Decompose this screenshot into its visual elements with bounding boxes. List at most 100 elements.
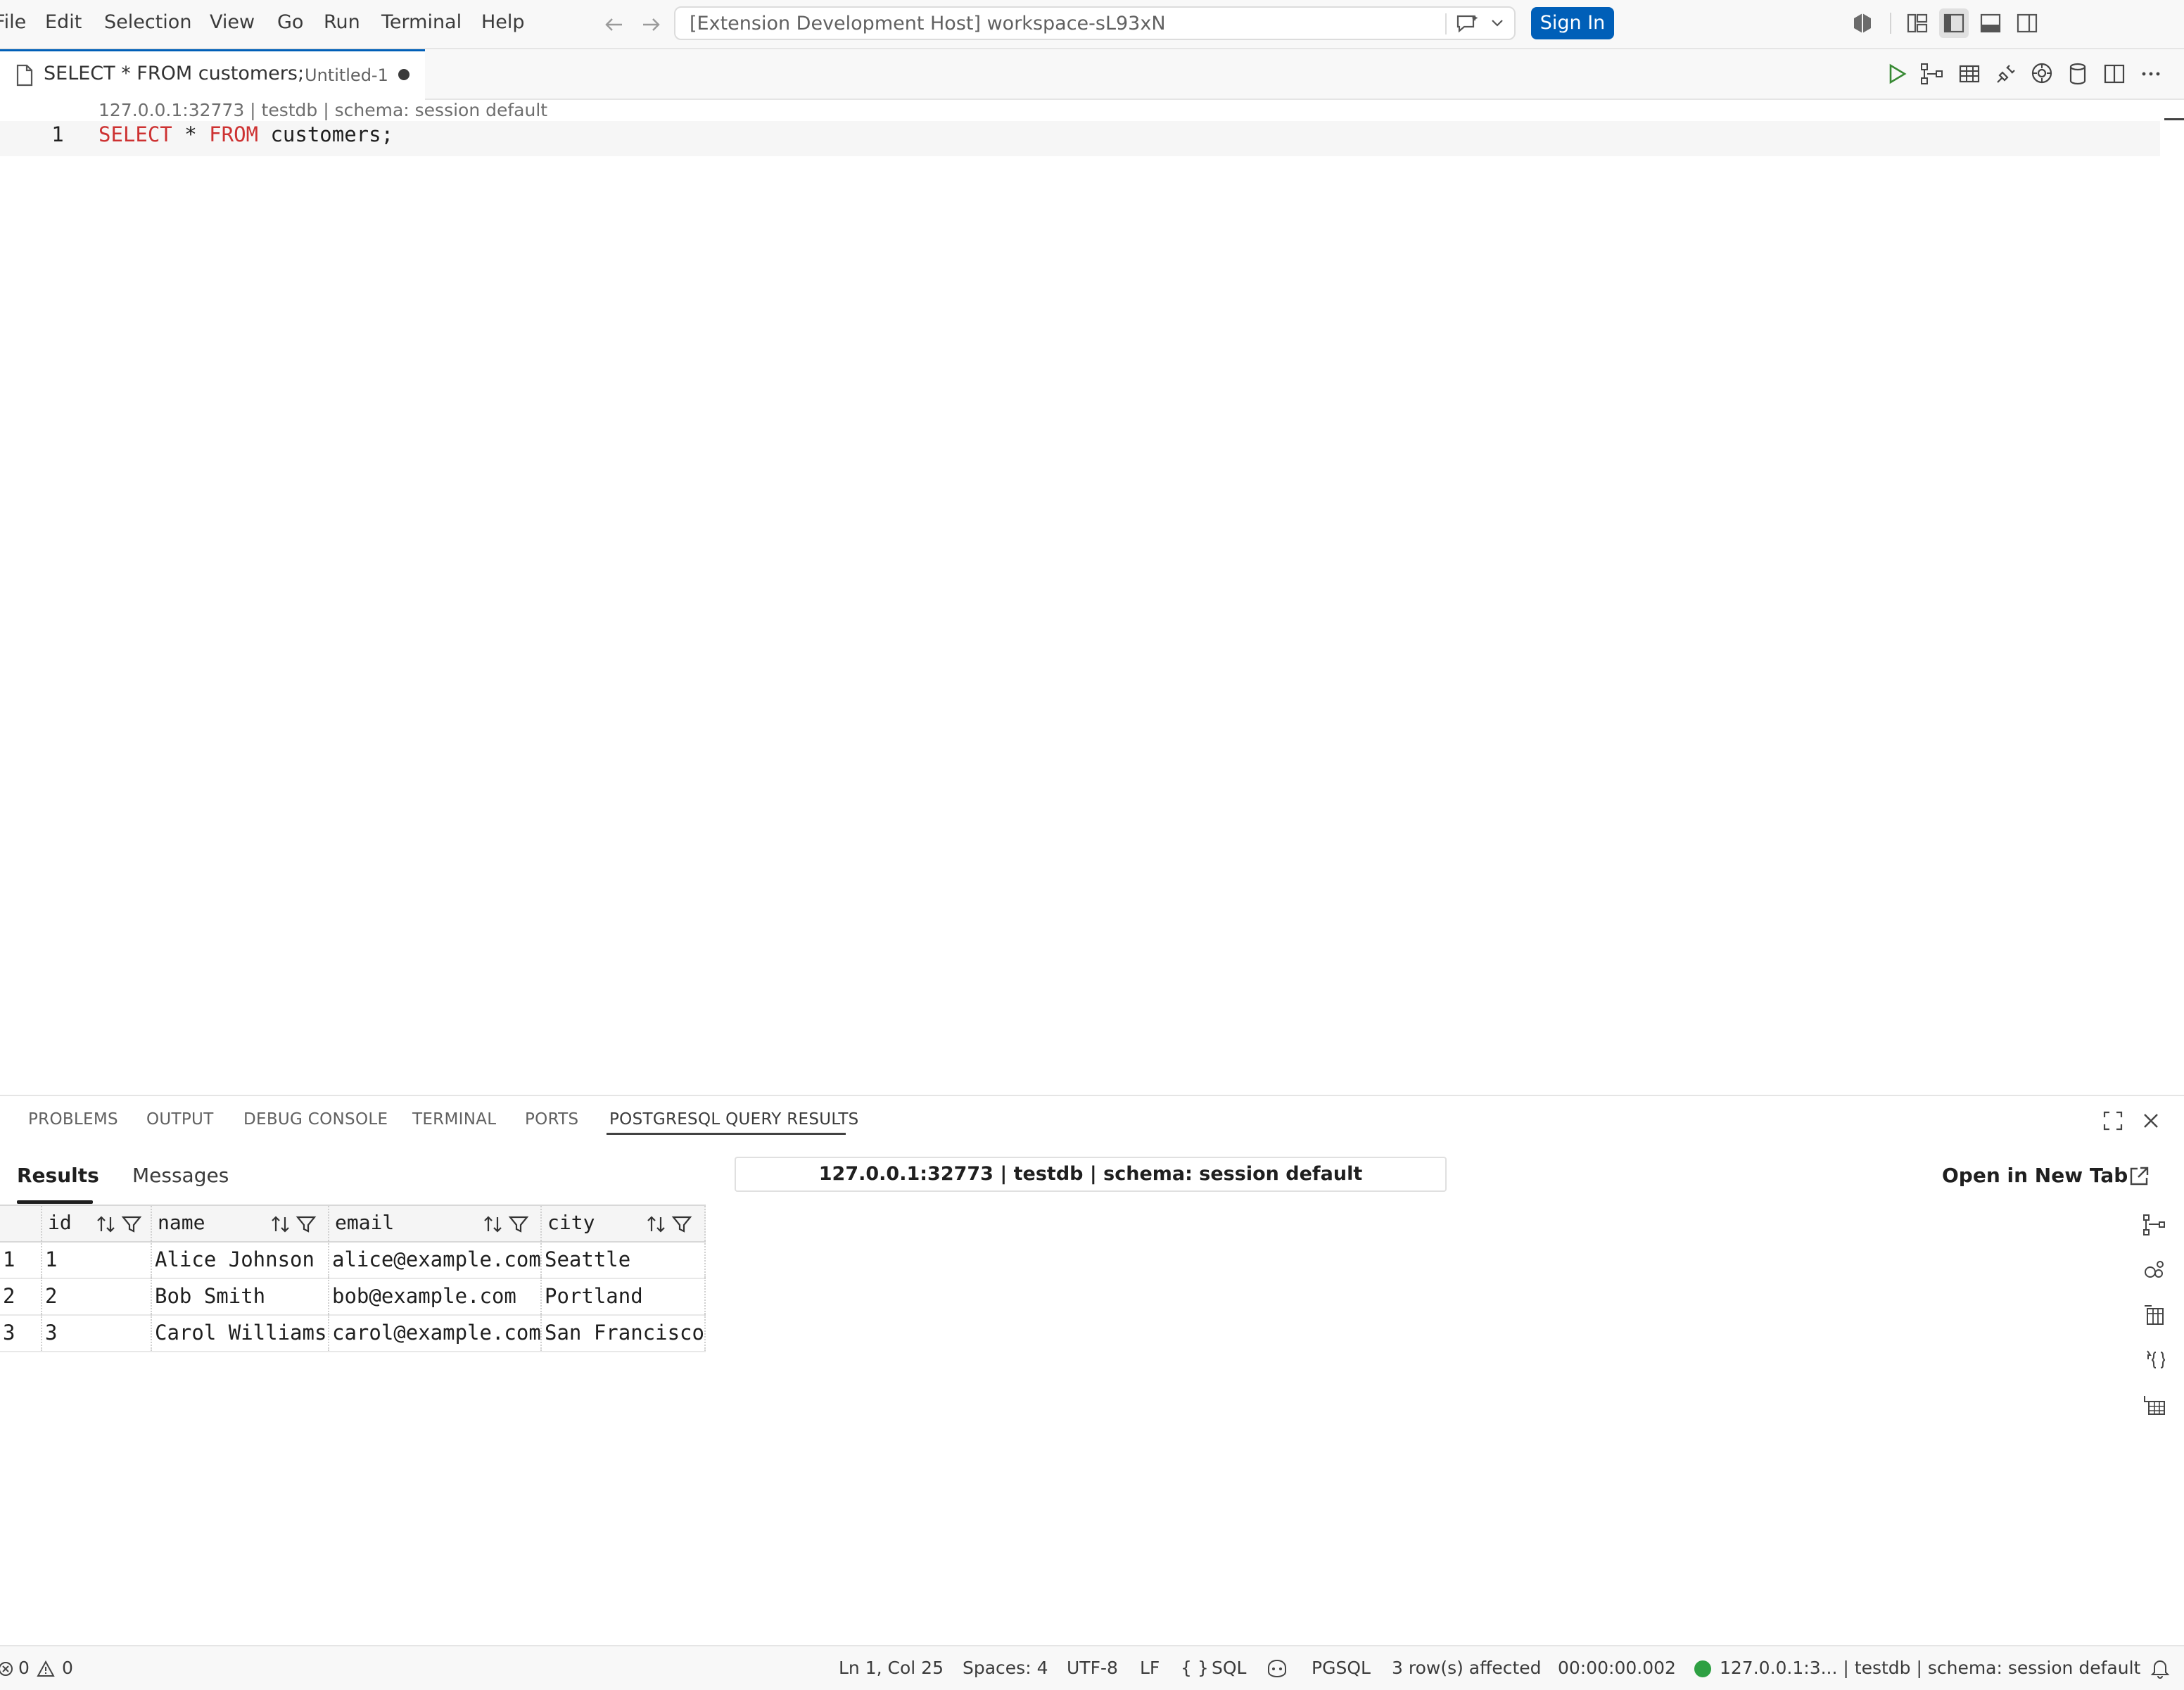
filter-icon[interactable] — [296, 1214, 317, 1234]
tab-terminal[interactable]: TERMINAL — [412, 1110, 496, 1129]
messages-tab[interactable]: Messages — [132, 1164, 229, 1187]
editor-tab[interactable]: SELECT * FROM customers; Untitled-1 — [0, 49, 425, 100]
chevron-down-icon[interactable] — [1490, 18, 1504, 29]
cursor-position[interactable]: Ln 1, Col 25 — [839, 1658, 944, 1678]
close-panel-icon[interactable] — [2142, 1112, 2160, 1130]
more-actions-icon[interactable] — [2139, 63, 2163, 84]
error-icon[interactable] — [0, 1660, 14, 1677]
copilot-icon[interactable] — [1850, 11, 1874, 35]
external-link-icon[interactable] — [2128, 1165, 2150, 1188]
command-center[interactable]: [Extension Development Host] workspace-s… — [674, 6, 1516, 40]
line-number: 1 — [51, 122, 64, 146]
column-header-email[interactable]: email — [329, 1206, 542, 1241]
status-bar: 0 0 Ln 1, Col 25 Spaces: 4 UTF-8 LF { } … — [0, 1645, 2184, 1690]
run-query-icon[interactable] — [1886, 62, 1908, 86]
cell-name[interactable]: Alice Johnson — [152, 1241, 329, 1278]
sign-in-button[interactable]: Sign In — [1531, 7, 1614, 39]
forward-arrow-icon[interactable] — [640, 14, 661, 35]
menu-terminal[interactable]: Terminal — [381, 11, 462, 33]
active-connection[interactable]: 127.0.0.1:3... | testdb | schema: sessio… — [1720, 1658, 2140, 1678]
open-in-new-tab-button[interactable]: Open in New Tab — [1942, 1164, 2128, 1187]
cell-email[interactable]: bob@example.com — [329, 1278, 542, 1314]
row-number: 3 — [0, 1314, 42, 1351]
column-header-name[interactable]: name — [152, 1206, 329, 1241]
column-header-id[interactable]: id — [42, 1206, 152, 1241]
table-row[interactable]: 3 3 Carol Williams carol@example.com San… — [0, 1314, 706, 1352]
filter-icon[interactable] — [671, 1214, 692, 1234]
tab-ports[interactable]: PORTS — [525, 1110, 578, 1129]
cell-city[interactable]: San Francisco — [542, 1314, 706, 1351]
error-count[interactable]: 0 — [18, 1658, 30, 1678]
visualize-icon[interactable] — [2142, 1258, 2167, 1282]
menu-edit[interactable]: Edit — [45, 11, 82, 33]
cell-city[interactable]: Seattle — [542, 1241, 706, 1278]
end-of-line[interactable]: LF — [1140, 1658, 1160, 1678]
grid-header-row: id name email city — [0, 1205, 706, 1243]
split-editor-icon[interactable] — [2102, 62, 2126, 86]
indentation[interactable]: Spaces: 4 — [963, 1658, 1048, 1678]
back-arrow-icon[interactable] — [604, 14, 625, 35]
toggle-panel-icon[interactable] — [1979, 11, 2002, 35]
copilot-status-icon[interactable] — [1265, 1658, 1289, 1679]
export-json-icon[interactable] — [2142, 1348, 2167, 1372]
toggle-primary-sidebar-icon[interactable] — [1939, 8, 1969, 38]
warning-count[interactable]: 0 — [62, 1658, 73, 1678]
cell-email[interactable]: carol@example.com — [329, 1314, 542, 1351]
export-csv-icon[interactable] — [2142, 1303, 2167, 1327]
sort-icon[interactable] — [96, 1214, 117, 1234]
tab-postgresql-query-results[interactable]: POSTGRESQL QUERY RESULTS — [609, 1110, 859, 1129]
cell-city[interactable]: Portland — [542, 1278, 706, 1314]
copilot-chat-icon[interactable] — [1455, 13, 1479, 34]
results-tab[interactable]: Results — [17, 1164, 99, 1187]
language-mode[interactable]: SQL — [1212, 1658, 1246, 1678]
explain-plan-icon[interactable] — [1919, 62, 1945, 86]
database-icon[interactable] — [2067, 62, 2088, 86]
tab-output[interactable]: OUTPUT — [146, 1110, 214, 1129]
column-header-city[interactable]: city — [542, 1206, 706, 1241]
cell-name[interactable]: Carol Williams — [152, 1314, 329, 1351]
cell-name[interactable]: Bob Smith — [152, 1278, 329, 1314]
unsaved-dot-icon[interactable] — [398, 69, 410, 80]
connection-info: 127.0.0.1:32773 | testdb | schema: sessi… — [735, 1157, 1447, 1192]
connection-codelens[interactable]: 127.0.0.1:32773 | testdb | schema: sessi… — [99, 100, 547, 120]
menu-go[interactable]: Go — [277, 11, 303, 33]
menu-run[interactable]: Run — [324, 11, 360, 33]
tab-problems[interactable]: PROBLEMS — [28, 1110, 118, 1129]
filter-icon[interactable] — [508, 1214, 529, 1234]
menu-help[interactable]: Help — [481, 11, 525, 33]
sql-editor[interactable]: 127.0.0.1:32773 | testdb | schema: sessi… — [0, 100, 2184, 1093]
table-icon[interactable] — [1957, 62, 1981, 86]
change-connection-icon[interactable] — [2029, 61, 2055, 86]
sort-icon[interactable] — [646, 1214, 667, 1234]
sort-icon[interactable] — [270, 1214, 291, 1234]
table-row[interactable]: 1 1 Alice Johnson alice@example.com Seat… — [0, 1241, 706, 1279]
code-fragment: * — [172, 122, 210, 146]
menu-file[interactable]: File — [0, 11, 26, 33]
table-row[interactable]: 2 2 Bob Smith bob@example.com Portland — [0, 1278, 706, 1316]
sql-dialect[interactable]: PGSQL — [1312, 1658, 1371, 1678]
cell-email[interactable]: alice@example.com — [329, 1241, 542, 1278]
chart-view-icon[interactable] — [2142, 1213, 2167, 1237]
disconnect-plug-icon[interactable] — [1994, 62, 2018, 86]
menu-view[interactable]: View — [210, 11, 255, 33]
cell-id[interactable]: 3 — [42, 1314, 152, 1351]
toggle-secondary-sidebar-icon[interactable] — [2015, 11, 2039, 35]
active-tab-indicator — [607, 1133, 846, 1135]
export-excel-icon[interactable] — [2142, 1393, 2167, 1417]
code-line[interactable]: SELECT * FROM customers; — [99, 122, 393, 146]
notifications-bell-icon[interactable] — [2150, 1658, 2170, 1679]
tab-debug-console[interactable]: DEBUG CONSOLE — [243, 1110, 388, 1129]
bottom-panel: PROBLEMS OUTPUT DEBUG CONSOLE TERMINAL P… — [0, 1095, 2184, 1646]
column-name: city — [547, 1211, 595, 1234]
maximize-panel-icon[interactable] — [2102, 1110, 2123, 1131]
customize-layout-icon[interactable] — [1905, 11, 1929, 35]
filter-icon[interactable] — [121, 1214, 142, 1234]
cell-id[interactable]: 1 — [42, 1241, 152, 1278]
cell-id[interactable]: 2 — [42, 1278, 152, 1314]
row-number: 1 — [0, 1241, 42, 1278]
menu-selection[interactable]: Selection — [104, 11, 191, 33]
encoding[interactable]: UTF-8 — [1067, 1658, 1118, 1678]
warning-icon[interactable] — [37, 1660, 55, 1677]
sort-icon[interactable] — [483, 1214, 504, 1234]
results-tab-indicator — [17, 1200, 93, 1204]
